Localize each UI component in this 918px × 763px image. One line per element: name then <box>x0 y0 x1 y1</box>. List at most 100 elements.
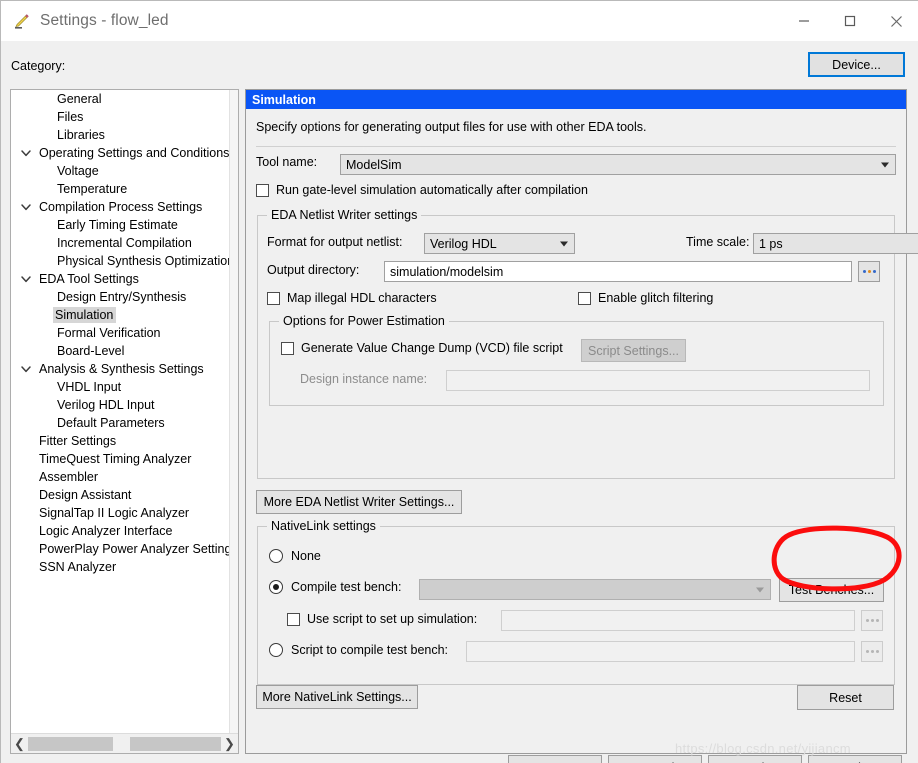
tree-item-label: SignalTap II Logic Analyzer <box>37 506 189 520</box>
tree-item-libraries[interactable]: Libraries <box>11 126 238 144</box>
tree-item-analysis-synthesis-settings[interactable]: Analysis & Synthesis Settings <box>11 360 238 378</box>
tree-item-default-parameters[interactable]: Default Parameters <box>11 414 238 432</box>
format-label: Format for output netlist: <box>267 235 402 249</box>
compile-testbench-dropdown[interactable] <box>419 579 771 600</box>
use-script-input[interactable] <box>501 610 855 631</box>
glitch-filter-checkbox[interactable] <box>578 292 591 305</box>
tree-item-operating-settings-and-conditions[interactable]: Operating Settings and Conditions <box>11 144 238 162</box>
script-compile-input[interactable] <box>466 641 855 662</box>
outdir-label: Output directory: <box>267 263 359 277</box>
chevron-down-icon[interactable] <box>20 363 32 375</box>
more-eda-netlist-writer-settings-button[interactable]: More EDA Netlist Writer Settings... <box>256 490 462 514</box>
radio-none-row[interactable]: None <box>269 549 321 563</box>
radio-script-compile-row[interactable]: Script to compile test bench: <box>269 643 448 657</box>
tree-horizontal-scrollbar[interactable]: ❮ ❯ <box>11 733 238 753</box>
tree-item-label: EDA Tool Settings <box>37 272 139 286</box>
tree-item-verilog-hdl-input[interactable]: Verilog HDL Input <box>11 396 238 414</box>
vcd-checkbox-row[interactable]: Generate Value Change Dump (VCD) file sc… <box>281 341 563 355</box>
tree-item-design-entry-synthesis[interactable]: Design Entry/Synthesis <box>11 288 238 306</box>
chevron-down-icon <box>881 162 889 167</box>
scroll-track[interactable] <box>28 737 221 751</box>
timescale-label-row: Time scale: <box>686 235 749 249</box>
tree-item-label: Logic Analyzer Interface <box>37 524 172 538</box>
nativelink-settings-title: NativeLink settings <box>267 519 380 533</box>
radio-none-label: None <box>291 549 321 563</box>
tree-item-files[interactable]: Files <box>11 108 238 126</box>
tool-name-value: ModelSim <box>346 158 402 172</box>
chevron-down-icon[interactable] <box>20 201 32 213</box>
tree-item-ssn-analyzer[interactable]: SSN Analyzer <box>11 558 238 576</box>
tree-item-label: Assembler <box>37 470 98 484</box>
design-instance-label-row: Design instance name: <box>300 372 427 386</box>
tree-item-design-assistant[interactable]: Design Assistant <box>11 486 238 504</box>
tree-item-logic-analyzer-interface[interactable]: Logic Analyzer Interface <box>11 522 238 540</box>
chevron-down-icon[interactable] <box>20 147 32 159</box>
tool-name-row: Tool name: <box>256 155 317 169</box>
tree-item-timequest-timing-analyzer[interactable]: TimeQuest Timing Analyzer <box>11 450 238 468</box>
ellipsis-icon[interactable] <box>858 261 880 282</box>
use-script-checkbox[interactable] <box>287 613 300 626</box>
tree-item-voltage[interactable]: Voltage <box>11 162 238 180</box>
tool-name-label: Tool name: <box>256 155 317 169</box>
ellipsis-icon[interactable] <box>861 610 883 631</box>
ok-button[interactable]: OK <box>508 755 602 763</box>
timescale-dropdown[interactable]: 1 ps <box>753 233 918 254</box>
tree-item-formal-verification[interactable]: Formal Verification <box>11 324 238 342</box>
tree-item-board-level[interactable]: Board-Level <box>11 342 238 360</box>
radio-compile-testbench[interactable] <box>269 580 283 594</box>
run-gatelevel-checkbox[interactable] <box>256 184 269 197</box>
tree-item-general[interactable]: General <box>11 90 238 108</box>
power-estimation-group: Options for Power Estimation Generate Va… <box>269 321 884 406</box>
window-title: Settings - flow_led <box>40 12 169 30</box>
tree-item-incremental-compilation[interactable]: Incremental Compilation <box>11 234 238 252</box>
more-nativelink-settings-button[interactable]: More NativeLink Settings... <box>256 685 418 709</box>
use-script-checkbox-row[interactable]: Use script to set up simulation: <box>287 612 477 626</box>
glitch-filter-label: Enable glitch filtering <box>598 291 713 305</box>
scroll-right-icon[interactable]: ❯ <box>221 734 238 753</box>
cancel-button[interactable]: Cancel <box>608 755 702 763</box>
radio-compile-testbench-row[interactable]: Compile test bench: <box>269 580 401 594</box>
tree-item-early-timing-estimate[interactable]: Early Timing Estimate <box>11 216 238 234</box>
tree-item-label: SSN Analyzer <box>37 560 116 574</box>
radio-none[interactable] <box>269 549 283 563</box>
tree-item-assembler[interactable]: Assembler <box>11 468 238 486</box>
tree-item-vhdl-input[interactable]: VHDL Input <box>11 378 238 396</box>
chevron-down-icon <box>756 587 764 592</box>
scroll-left-icon[interactable]: ❮ <box>11 734 28 753</box>
run-gatelevel-checkbox-row[interactable]: Run gate-level simulation automatically … <box>256 183 588 197</box>
chevron-down-icon[interactable] <box>20 273 32 285</box>
tree-item-simulation[interactable]: Simulation <box>11 306 238 324</box>
tree-item-physical-synthesis-optimization[interactable]: Physical Synthesis Optimization <box>11 252 238 270</box>
scroll-thumb[interactable] <box>113 737 130 751</box>
tree-item-label: Simulation <box>53 307 116 323</box>
tree-item-temperature[interactable]: Temperature <box>11 180 238 198</box>
timescale-label: Time scale: <box>686 235 749 249</box>
tree-item-signaltap-ii-logic-analyzer[interactable]: SignalTap II Logic Analyzer <box>11 504 238 522</box>
ellipsis-icon[interactable] <box>861 641 883 662</box>
device-button[interactable]: Device... <box>808 52 905 77</box>
script-settings-button[interactable]: Script Settings... <box>581 339 686 362</box>
radio-script-compile[interactable] <box>269 643 283 657</box>
format-dropdown[interactable]: Verilog HDL <box>424 233 575 254</box>
map-illegal-checkbox[interactable] <box>267 292 280 305</box>
minimize-icon[interactable] <box>781 1 827 41</box>
maximize-icon[interactable] <box>827 1 873 41</box>
tree-item-powerplay-power-analyzer-settings[interactable]: PowerPlay Power Analyzer Settings <box>11 540 238 558</box>
test-benches-button[interactable]: Test Benches... <box>779 578 884 602</box>
vcd-checkbox[interactable] <box>281 342 294 355</box>
apply-button[interactable]: Apply <box>708 755 802 763</box>
output-directory-input[interactable]: simulation/modelsim <box>384 261 852 282</box>
reset-button[interactable]: Reset <box>797 685 894 710</box>
nativelink-settings-group: NativeLink settings None Compile test be… <box>257 526 895 685</box>
tree-item-eda-tool-settings[interactable]: EDA Tool Settings <box>11 270 238 288</box>
close-icon[interactable] <box>873 1 918 41</box>
tree-vertical-scrollbar[interactable] <box>229 90 238 733</box>
tool-name-dropdown[interactable]: ModelSim <box>340 154 896 175</box>
use-script-label: Use script to set up simulation: <box>307 612 477 626</box>
map-illegal-checkbox-row[interactable]: Map illegal HDL characters <box>267 291 437 305</box>
design-instance-input[interactable] <box>446 370 870 391</box>
glitch-filter-checkbox-row[interactable]: Enable glitch filtering <box>578 291 713 305</box>
tree-item-compilation-process-settings[interactable]: Compilation Process Settings <box>11 198 238 216</box>
tree-item-fitter-settings[interactable]: Fitter Settings <box>11 432 238 450</box>
help-button[interactable]: Help <box>808 755 902 763</box>
